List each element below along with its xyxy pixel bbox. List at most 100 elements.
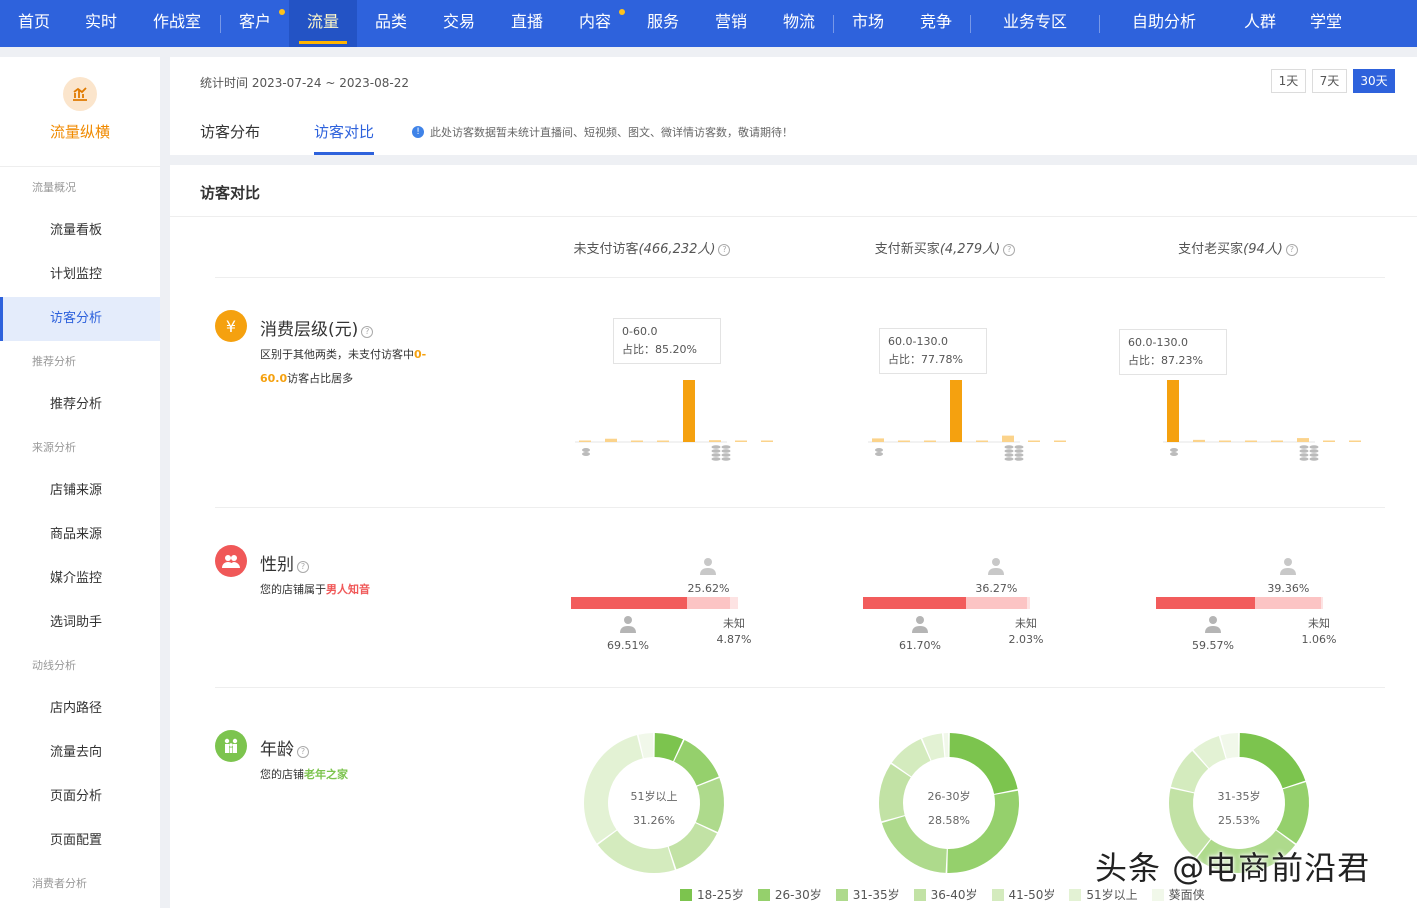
male-bar[interactable] xyxy=(571,597,688,609)
donut-slice[interactable] xyxy=(949,733,1018,794)
legend-item[interactable]: 36-40岁 xyxy=(913,886,978,903)
bar[interactable] xyxy=(1002,435,1014,442)
donut-center-label: 51岁以上 xyxy=(631,789,678,803)
nav-item[interactable]: 市场 xyxy=(834,0,902,47)
bar[interactable] xyxy=(872,438,884,442)
sidebar-item[interactable]: 店内路径 xyxy=(0,687,160,731)
range-button[interactable]: 30天 xyxy=(1353,69,1395,93)
sidebar-item[interactable]: 媒介监控 xyxy=(0,557,160,601)
range-button[interactable]: 1天 xyxy=(1271,69,1306,93)
bar[interactable] xyxy=(1271,440,1283,443)
bar[interactable] xyxy=(1028,440,1040,443)
bar[interactable] xyxy=(1245,440,1257,443)
bar[interactable] xyxy=(1323,440,1335,443)
help-icon[interactable]: ? xyxy=(297,561,309,573)
nav-item[interactable]: 服务 xyxy=(629,0,697,47)
bar[interactable] xyxy=(976,440,988,443)
bar[interactable] xyxy=(1349,440,1361,443)
unknown-bar[interactable] xyxy=(729,597,738,609)
bar[interactable] xyxy=(761,440,773,443)
bar[interactable] xyxy=(898,440,910,443)
sidebar-item[interactable]: 访客分析 xyxy=(0,297,160,341)
sidebar-group-label: 推荐分析 xyxy=(32,355,76,368)
male-percent: 61.70% xyxy=(899,639,941,652)
legend-item[interactable]: 26-30岁 xyxy=(757,886,822,903)
nav-item[interactable]: 人群 xyxy=(1228,0,1292,47)
unknown-label: 未知 xyxy=(723,617,745,630)
nav-item[interactable]: 实时 xyxy=(68,0,134,47)
donut-slice[interactable] xyxy=(1276,782,1309,844)
sidebar-item[interactable]: 计划监控 xyxy=(0,253,160,297)
nav-item[interactable]: 自助分析 xyxy=(1100,0,1228,47)
sidebar-menu: 流量概况 流量看板 计划监控 访客分析 推荐分析 推荐分析 来源分析 店铺来源 商品来源 媒介监控… xyxy=(0,167,160,905)
gender-title: 性别? xyxy=(260,550,309,575)
bar[interactable] xyxy=(735,440,747,443)
nav-item[interactable]: 交易 xyxy=(425,0,493,47)
legend-item[interactable]: 41-50岁 xyxy=(991,886,1055,903)
bar[interactable] xyxy=(657,440,669,443)
female-bar[interactable] xyxy=(966,597,1027,609)
traffic-chart-icon xyxy=(63,77,97,111)
bar[interactable] xyxy=(683,380,695,442)
donut-slice[interactable] xyxy=(943,733,949,758)
nav-item[interactable]: 营销 xyxy=(697,0,765,47)
bar[interactable] xyxy=(950,380,962,442)
sidebar-item[interactable]: 页面配置 xyxy=(0,819,160,863)
range-button[interactable]: 7天 xyxy=(1312,69,1347,93)
legend-label: 36-40岁 xyxy=(930,888,978,902)
male-bar[interactable] xyxy=(1156,597,1256,609)
divider xyxy=(215,507,1385,508)
bar[interactable] xyxy=(1193,439,1205,442)
female-person-icon xyxy=(1280,557,1297,579)
donut-slice[interactable] xyxy=(695,778,724,833)
female-bar[interactable] xyxy=(1255,597,1322,609)
nav-item[interactable]: 竞争 xyxy=(902,0,970,47)
sidebar-group-label: 动线分析 xyxy=(32,659,76,672)
sidebar-item[interactable]: 流量看板 xyxy=(0,209,160,253)
sidebar-item[interactable]: 推荐分析 xyxy=(0,383,160,427)
sidebar-item[interactable]: 商品来源 xyxy=(0,513,160,557)
nav-item[interactable]: 流量 xyxy=(289,0,357,47)
nav-item[interactable]: 直播 xyxy=(493,0,561,47)
bar[interactable] xyxy=(709,440,721,442)
donut-slice[interactable] xyxy=(1239,733,1306,789)
male-bar[interactable] xyxy=(863,597,967,609)
sidebar: 流量纵横 流量概况 流量看板 计划监控 访客分析 推荐分析 推荐分析 来源分析 店铺来源 商品来… xyxy=(0,57,160,908)
donut-slice[interactable] xyxy=(674,740,719,786)
nav-item[interactable]: 作战室 xyxy=(134,0,220,47)
sidebar-item[interactable]: 流量去向 xyxy=(0,731,160,775)
sidebar-item[interactable]: 店铺来源 xyxy=(0,469,160,513)
female-bar[interactable] xyxy=(687,597,730,609)
nav-item[interactable]: 客户 xyxy=(221,0,289,47)
bar[interactable] xyxy=(1219,440,1231,443)
bar[interactable] xyxy=(631,440,643,443)
sidebar-logo[interactable]: 流量纵横 xyxy=(0,57,160,167)
donut-slice[interactable] xyxy=(947,790,1019,873)
unknown-bar[interactable] xyxy=(1321,597,1323,609)
bar[interactable] xyxy=(1297,438,1309,442)
donut-slice[interactable] xyxy=(597,830,675,873)
legend-item[interactable]: 18-25岁 xyxy=(680,886,744,903)
bar[interactable] xyxy=(579,440,591,443)
nav-item[interactable]: 首页 xyxy=(0,0,68,47)
nav-item[interactable]: 学堂 xyxy=(1292,0,1360,47)
tab-visitor-distribution[interactable]: 访客分布 xyxy=(200,121,260,155)
sidebar-item[interactable]: 页面分析 xyxy=(0,775,160,819)
coin-stack-icon xyxy=(1004,445,1024,461)
bar[interactable] xyxy=(1167,380,1179,442)
nav-item[interactable]: 品类 xyxy=(357,0,425,47)
donut-slice[interactable] xyxy=(668,823,717,870)
male-person-icon xyxy=(912,615,928,637)
unknown-bar[interactable] xyxy=(1026,597,1030,609)
legend-item[interactable]: 31-35岁 xyxy=(835,886,900,903)
header-card: 统计时间 2023-07-24 ~ 2023-08-22 1天 7天 30天 访客分… xyxy=(170,57,1417,155)
bar[interactable] xyxy=(924,440,936,443)
unknown-percent: 1.06% xyxy=(1301,633,1337,646)
bar[interactable] xyxy=(605,438,617,442)
nav-item[interactable]: 内容 xyxy=(561,0,629,47)
tab-visitor-compare[interactable]: 访客对比 xyxy=(314,121,375,155)
nav-item[interactable]: 业务专区 xyxy=(971,0,1099,47)
sidebar-item[interactable]: 选词助手 xyxy=(0,601,160,645)
nav-item[interactable]: 物流 xyxy=(765,0,833,47)
bar[interactable] xyxy=(1054,440,1066,443)
